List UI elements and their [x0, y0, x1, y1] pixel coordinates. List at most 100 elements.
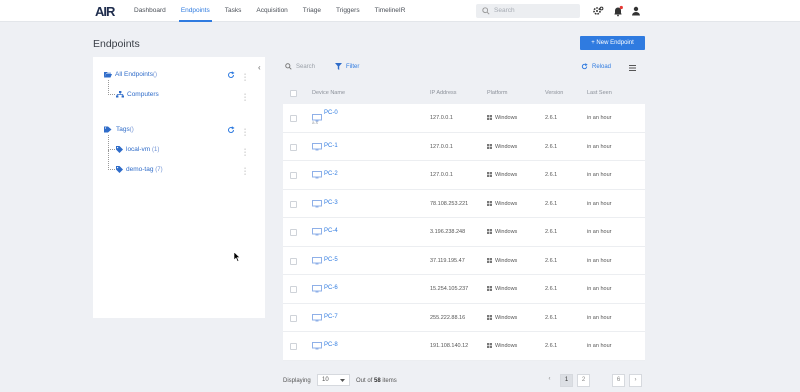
- header-last-seen[interactable]: Last Seen: [587, 90, 612, 96]
- nav-timelineir[interactable]: TimelineIR: [375, 0, 406, 22]
- monitor-icon: [312, 199, 322, 207]
- header-version[interactable]: Version: [545, 90, 563, 96]
- row-checkbox[interactable]: [290, 143, 297, 151]
- header-ip-address[interactable]: IP Address: [430, 90, 457, 96]
- ip-address: 127.0.0.1: [430, 172, 453, 178]
- windows-icon: [487, 200, 492, 206]
- tree-item-tag-demo-tag[interactable]: demo-tag (7): [116, 166, 163, 173]
- gear-icon[interactable]: [592, 5, 604, 17]
- collapse-panel-chevron-icon[interactable]: ‹: [258, 63, 261, 72]
- table-row[interactable]: PC-5 37.119.195.47 Windows 2.6.1 in an hour: [283, 246, 645, 275]
- last-seen: in an hour: [587, 286, 612, 292]
- tags-menu-icon[interactable]: · · ·: [243, 126, 247, 139]
- windows-icon: [487, 257, 492, 263]
- nav-tasks[interactable]: Tasks: [225, 0, 242, 22]
- version: 2.6.1: [545, 314, 558, 321]
- folder-open-icon: [104, 72, 112, 78]
- user-icon[interactable]: [630, 5, 642, 17]
- row-checkbox[interactable]: [290, 314, 297, 322]
- nav-endpoints[interactable]: Endpoints: [178, 0, 212, 22]
- tree-item-all-endpoints[interactable]: All Endpoints (): [104, 71, 157, 78]
- page-button-1[interactable]: 1: [560, 374, 573, 387]
- prev-page-button[interactable]: ‹: [543, 374, 556, 387]
- tag-count: (1): [152, 146, 160, 153]
- table-row[interactable]: PC-0 a.s 127.0.0.1 Windows 2.6.1 in an hour: [283, 104, 645, 133]
- global-search-input[interactable]: Search: [476, 4, 580, 18]
- main-nav: Dashboard Endpoints Tasks Acquisition Triage…: [134, 0, 420, 22]
- page-size-select[interactable]: 10: [317, 374, 350, 386]
- row-checkbox[interactable]: [290, 229, 297, 236]
- pagination-summary: Out of 58 items: [356, 378, 397, 384]
- tree-item-tag-local-vm[interactable]: local-vm (1): [116, 146, 159, 153]
- tag-menu-icon[interactable]: · · ·: [243, 146, 247, 159]
- device-name-link[interactable]: PC-5: [324, 257, 338, 263]
- table-row[interactable]: PC-3 78.108.253.221 Windows 2.6.1 in an hour: [283, 189, 645, 218]
- tree-item-tags[interactable]: Tags (): [104, 126, 134, 133]
- row-checkbox[interactable]: [290, 257, 297, 265]
- table-row[interactable]: PC-6 15.254.105.237 Windows 2.6.1 in an hour: [283, 275, 645, 304]
- search-icon: [482, 7, 490, 15]
- device-name-link[interactable]: PC-7: [324, 314, 338, 320]
- windows-icon: [487, 286, 492, 291]
- version: 2.6.1: [545, 286, 558, 292]
- device-name-link[interactable]: PC-1: [324, 143, 338, 149]
- tags-label: Tags: [116, 126, 130, 133]
- all-endpoints-label: All Endpoints: [115, 71, 153, 78]
- row-checkbox[interactable]: [290, 200, 297, 208]
- nav-triggers[interactable]: Triggers: [336, 0, 360, 22]
- tag-count: (7): [155, 166, 163, 173]
- platform: Windows: [487, 229, 517, 235]
- row-checkbox[interactable]: [290, 115, 297, 122]
- columns-menu-icon[interactable]: [629, 65, 636, 71]
- nav-acquisition[interactable]: Acquisition: [256, 0, 287, 22]
- table-footer: Displaying 10 Out of 58 items ‹ 1 2 6 ›: [283, 372, 645, 392]
- page-button-2[interactable]: 2: [577, 374, 590, 387]
- ip-address: 255.222.88.16: [430, 314, 466, 321]
- device-name-link[interactable]: PC-6: [324, 285, 338, 291]
- reload-label: Reload: [592, 63, 612, 70]
- refresh-icon[interactable]: [227, 71, 235, 79]
- table-row[interactable]: PC-7 255.222.88.16 Windows 2.6.1 in an hour: [283, 303, 645, 332]
- filter-label: Filter: [346, 63, 360, 70]
- tags-count: (): [129, 126, 134, 133]
- device-name-link[interactable]: PC-8: [324, 342, 338, 348]
- chevron-down-icon: [340, 379, 345, 382]
- tag-menu-icon[interactable]: · · ·: [243, 165, 247, 178]
- header-platform[interactable]: Platform: [487, 90, 507, 96]
- device-sublabel: a.s: [312, 120, 319, 125]
- table-search-input[interactable]: Search: [285, 63, 315, 70]
- table-row[interactable]: PC-8 191.108.140.12 Windows 2.6.1 in an hour: [283, 332, 645, 361]
- platform: Windows: [487, 257, 517, 264]
- filter-button[interactable]: Filter: [335, 63, 359, 70]
- new-endpoint-button[interactable]: + New Endpoint: [580, 36, 645, 50]
- computers-label: Computers: [127, 91, 159, 98]
- device-name-link[interactable]: PC-0: [324, 110, 338, 116]
- reload-button[interactable]: Reload: [581, 63, 611, 70]
- device-name-link[interactable]: PC-4: [324, 228, 338, 234]
- page-button-last[interactable]: 6: [612, 374, 625, 387]
- nav-dashboard[interactable]: Dashboard: [134, 0, 166, 22]
- device-name-link[interactable]: PC-3: [324, 200, 338, 206]
- next-page-button[interactable]: ›: [629, 374, 642, 387]
- all-endpoints-menu-icon[interactable]: · · ·: [243, 71, 247, 84]
- bell-icon[interactable]: [612, 5, 624, 17]
- platform: Windows: [487, 314, 517, 321]
- refresh-icon[interactable]: [227, 126, 235, 134]
- page-title: Endpoints: [93, 38, 140, 50]
- computers-menu-icon[interactable]: · · ·: [243, 91, 247, 104]
- select-all-checkbox[interactable]: [290, 90, 297, 97]
- table-row[interactable]: PC-2 127.0.0.1 Windows 2.6.1 in an hour: [283, 161, 645, 190]
- nav-triage[interactable]: Triage: [303, 0, 321, 22]
- last-seen: in an hour: [587, 172, 612, 178]
- row-checkbox[interactable]: [290, 172, 297, 179]
- table-row[interactable]: PC-4 3.196.238.248 Windows 2.6.1 in an hour: [283, 218, 645, 247]
- row-checkbox[interactable]: [290, 286, 297, 293]
- row-checkbox[interactable]: [290, 343, 297, 350]
- table-row[interactable]: PC-1 127.0.0.1 Windows 2.6.1 in an hour: [283, 132, 645, 161]
- app-logo[interactable]: AIR: [95, 4, 115, 19]
- platform: Windows: [487, 286, 517, 292]
- version: 2.6.1: [545, 115, 558, 121]
- header-device-name[interactable]: Device Name: [312, 90, 345, 96]
- tree-item-computers[interactable]: Computers: [116, 91, 159, 98]
- device-name-link[interactable]: PC-2: [324, 171, 338, 177]
